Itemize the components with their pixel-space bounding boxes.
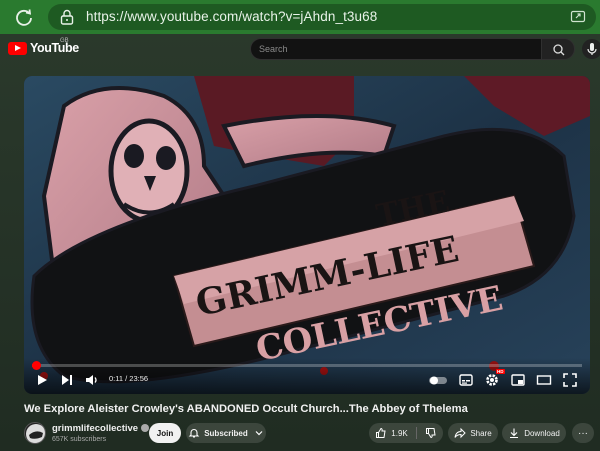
channel-logo-icon: [26, 424, 45, 443]
search-placeholder: Search: [259, 44, 288, 54]
theater-mode-icon[interactable]: [536, 372, 552, 388]
share-label: Share: [470, 428, 492, 438]
youtube-play-logo-icon: [8, 41, 27, 55]
download-label: Download: [524, 428, 560, 438]
next-icon[interactable]: [59, 372, 75, 388]
thumbs-up-icon[interactable]: [375, 427, 387, 439]
miniplayer-icon[interactable]: [510, 372, 526, 388]
subscribed-button[interactable]: Subscribed: [186, 423, 266, 443]
channel-name[interactable]: grimmlifecollective: [52, 423, 138, 434]
browser-toolbar: https://www.youtube.com/watch?v=jAhdn_t3…: [0, 0, 600, 34]
search-button[interactable]: [541, 38, 575, 60]
subscribed-label: Subscribed: [204, 428, 248, 438]
settings-gear-icon[interactable]: [484, 372, 500, 388]
subscriber-count: 657K subscribers: [52, 436, 107, 443]
subtitles-icon[interactable]: [458, 372, 474, 388]
video-player[interactable]: THE GRIMM-LIFE COLLECTIVE 0:11 / 23:56 H…: [24, 76, 590, 394]
volume-icon[interactable]: [84, 372, 100, 388]
more-actions-button[interactable]: ···: [572, 423, 594, 443]
play-icon[interactable]: [34, 372, 50, 388]
thumbs-down-icon[interactable]: [425, 427, 437, 439]
microphone-icon[interactable]: [582, 39, 600, 59]
hd-badge: HD: [496, 369, 505, 374]
player-controls: 0:11 / 23:56 HD: [24, 358, 590, 394]
like-divider: [415, 427, 417, 439]
like-dislike-group: 1.9K: [369, 423, 443, 443]
fullscreen-icon[interactable]: [562, 372, 578, 388]
search-icon: [553, 44, 565, 56]
time-display: 0:11 / 23:56: [109, 374, 149, 383]
logo-text: YouTube: [30, 41, 79, 55]
more-icon: ···: [578, 427, 588, 439]
video-title: We Explore Aleister Crowley's ABANDONED …: [24, 403, 468, 415]
channel-avatar[interactable]: [24, 422, 46, 444]
verified-icon: [141, 424, 150, 432]
download-button[interactable]: Download: [502, 423, 566, 443]
video-frame: THE GRIMM-LIFE COLLECTIVE: [24, 76, 590, 394]
youtube-header: YouTube GB Search: [0, 34, 600, 64]
join-button[interactable]: Join: [149, 423, 181, 443]
bell-icon: [188, 429, 200, 438]
lock-icon[interactable]: [60, 9, 74, 25]
search-input[interactable]: Search: [250, 38, 542, 60]
channel-name-row[interactable]: grimmlifecollective: [52, 423, 150, 434]
chevron-down-icon: [255, 431, 263, 436]
download-icon: [510, 428, 519, 439]
like-count[interactable]: 1.9K: [391, 429, 407, 438]
address-bar[interactable]: https://www.youtube.com/watch?v=jAhdn_t3…: [48, 4, 596, 30]
autoplay-toggle-icon[interactable]: [428, 372, 448, 388]
country-code: GB: [60, 38, 69, 44]
url-text[interactable]: https://www.youtube.com/watch?v=jAhdn_t3…: [86, 9, 377, 24]
progress-scrubber[interactable]: [32, 361, 42, 370]
share-button[interactable]: Share: [448, 423, 498, 443]
reload-icon[interactable]: [14, 7, 34, 27]
join-label: Join: [156, 428, 174, 438]
progress-bar[interactable]: [32, 361, 582, 370]
open-in-app-icon[interactable]: [570, 9, 586, 25]
share-icon: [454, 427, 467, 439]
